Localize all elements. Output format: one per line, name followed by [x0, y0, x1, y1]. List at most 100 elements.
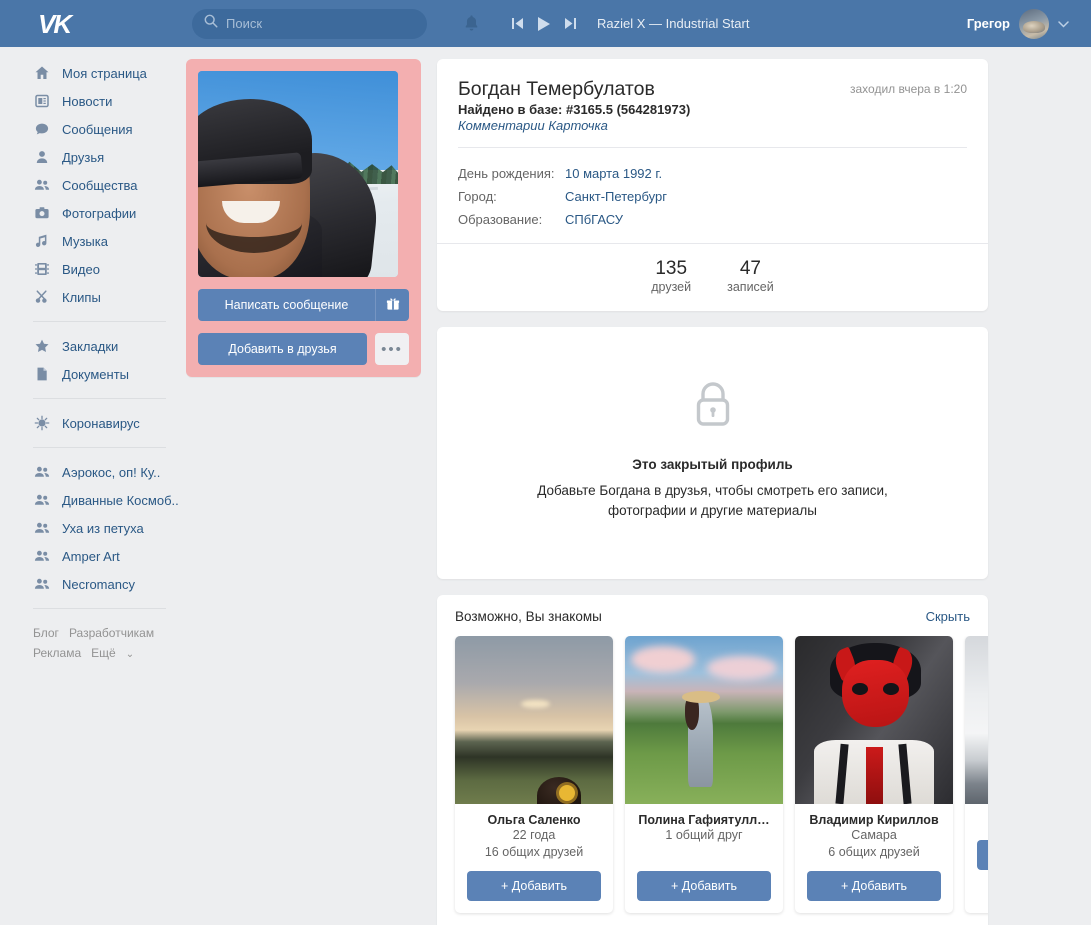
list-item[interactable]: + Добавить	[965, 636, 988, 913]
closed-profile-description: Добавьте Богдана в друзья, чтобы смотрет…	[437, 481, 988, 521]
suggestion-name[interactable]: Полина Гафиятулл…	[625, 813, 783, 827]
profile-photo-card: Написать сообщение Добавить в друзья •••	[186, 59, 421, 377]
sidebar-item-photos[interactable]: Фотографии	[0, 199, 186, 227]
footer-link-more[interactable]: Ещё	[91, 646, 116, 660]
suggestion-photo[interactable]	[625, 636, 783, 804]
sidebar-group-item[interactable]: Necromancy	[0, 570, 186, 598]
user-icon	[33, 149, 50, 166]
list-item[interactable]: Ольга Саленко 22 года 16 общих друзей + …	[455, 636, 613, 913]
suggestion-meta-mutual: 6 общих друзей	[828, 845, 920, 859]
add-suggestion-button[interactable]: + Добавить	[467, 871, 601, 901]
film-icon	[33, 261, 50, 278]
footer-link-ads[interactable]: Реклама	[33, 646, 81, 660]
comments-link[interactable]: Комментарии	[458, 118, 545, 133]
sidebar-item-clips[interactable]: Клипы	[0, 283, 186, 311]
lock-icon	[437, 379, 988, 431]
suggestions-card: Возможно, Вы знакомы Скрыть Ольга Саленк…	[437, 595, 988, 925]
header-user-menu[interactable]: Грегор	[967, 8, 1069, 39]
add-suggestion-button[interactable]: + Добавить	[807, 871, 941, 901]
sidebar-item-video[interactable]: Видео	[0, 255, 186, 283]
plus-icon: +	[670, 879, 679, 893]
profile-header: Богдан Темербулатов Найдено в базе: #316…	[437, 59, 988, 147]
news-icon	[33, 93, 50, 110]
sidebar-item-bookmarks[interactable]: Закладки	[0, 332, 186, 360]
sidebar-item-label: Аэрокос, оп! Ку..	[62, 464, 161, 480]
music-note-icon	[33, 233, 50, 250]
detail-label: День рождения:	[458, 166, 555, 181]
chevron-down-icon[interactable]: ⌄	[126, 649, 134, 660]
detail-value[interactable]: 10 марта 1992 г.	[565, 166, 662, 181]
sidebar-item-label: Закладки	[62, 338, 119, 354]
sidebar-item-label: Новости	[62, 93, 113, 109]
hide-suggestions-button[interactable]: Скрыть	[926, 609, 970, 624]
sidebar-item-label: Документы	[62, 366, 130, 382]
vk-logo[interactable]: VK	[0, 11, 170, 37]
sidebar-group-item[interactable]: Диванные Космоб..	[0, 486, 186, 514]
footer-link-developers[interactable]: Разработчикам	[69, 626, 154, 640]
notifications-bell-icon[interactable]	[463, 14, 480, 33]
sidebar-item-coronavirus[interactable]: Коронавирус	[0, 409, 186, 437]
list-item[interactable]: Полина Гафиятулл… 1 общий друг + Добавит…	[625, 636, 783, 913]
send-gift-button[interactable]	[375, 289, 409, 321]
database-found-line: Найдено в базе: #3165.5 (564281973)	[458, 102, 691, 117]
suggestion-photo[interactable]	[795, 636, 953, 804]
add-friend-button[interactable]: Добавить в друзья	[198, 333, 367, 365]
suggestion-meta-mutual: 1 общий друг	[665, 828, 743, 842]
suggestion-meta-mutual: 16 общих друзей	[484, 845, 584, 859]
sidebar-item-messages[interactable]: Сообщения	[0, 115, 186, 143]
sidebar-item-music[interactable]: Музыка	[0, 227, 186, 255]
add-suggestion-button[interactable]: + Добавить	[977, 840, 988, 870]
detail-value[interactable]: Санкт-Петербург	[565, 189, 667, 204]
counter-friends[interactable]: 135 друзей	[651, 257, 691, 294]
add-label: Добавить	[681, 879, 738, 893]
profile-photo[interactable]	[198, 71, 398, 277]
sidebar-group-item[interactable]: Amper Art	[0, 542, 186, 570]
chevron-down-icon[interactable]	[1058, 15, 1069, 33]
play-icon[interactable]	[537, 16, 551, 32]
suggestions-list: Ольга Саленко 22 года 16 общих друзей + …	[437, 636, 988, 925]
suggestion-name[interactable]: Владимир Кириллов	[795, 813, 953, 827]
home-icon	[33, 65, 50, 82]
card-link[interactable]: Карточка	[548, 118, 608, 133]
player-track-title[interactable]: Raziel X — Industrial Start	[597, 16, 749, 31]
suggestion-name[interactable]: Ольга Саленко	[455, 813, 613, 827]
top-header: VK Raziel X — Industrial Start Грегор	[0, 0, 1091, 47]
sidebar-item-label: Necromancy	[62, 576, 135, 592]
skip-previous-icon[interactable]	[512, 17, 524, 30]
add-suggestion-button[interactable]: + Добавить	[637, 871, 771, 901]
sidebar-item-documents[interactable]: Документы	[0, 360, 186, 388]
closed-profile-card: Это закрытый профиль Добавьте Богдана в …	[437, 327, 988, 579]
closed-profile-line1: Добавьте Богдана в друзья, чтобы смотрет…	[537, 483, 888, 498]
sidebar-item-news[interactable]: Новости	[0, 87, 186, 115]
footer-link-blog[interactable]: Блог	[33, 626, 59, 640]
closed-profile-line2: фотографии и другие материалы	[608, 503, 817, 518]
sidebar-item-communities[interactable]: Сообщества	[0, 171, 186, 199]
skip-next-icon[interactable]	[564, 17, 576, 30]
list-item[interactable]: Владимир Кириллов Самара 6 общих друзей …	[795, 636, 953, 913]
sidebar-divider-2	[33, 398, 166, 399]
group-icon	[33, 548, 50, 565]
sidebar-item-label: Уха из петуха	[62, 520, 144, 536]
suggestions-header: Возможно, Вы знакомы Скрыть	[437, 595, 988, 636]
sidebar-item-label: Друзья	[62, 149, 105, 165]
search-input[interactable]	[226, 16, 415, 31]
sidebar-item-friends[interactable]: Друзья	[0, 143, 186, 171]
profile-left-column: Написать сообщение Добавить в друзья •••	[186, 59, 421, 925]
avatar[interactable]	[1019, 8, 1049, 39]
counter-value: 47	[739, 258, 761, 279]
sidebar-group-item[interactable]: Аэрокос, оп! Ку..	[0, 458, 186, 486]
counter-posts[interactable]: 47 записей	[727, 257, 774, 294]
suggestion-photo[interactable]	[455, 636, 613, 804]
write-message-button[interactable]: Написать сообщение	[198, 289, 375, 321]
sidebar-group-item[interactable]: Уха из петуха	[0, 514, 186, 542]
group-icon	[33, 464, 50, 481]
more-actions-button[interactable]: •••	[375, 333, 409, 365]
suggestion-photo[interactable]	[965, 636, 988, 804]
detail-value[interactable]: СПбГАСУ	[565, 212, 623, 227]
profile-details: День рождения: 10 марта 1992 г. Город: С…	[437, 148, 988, 243]
search-box[interactable]	[192, 8, 427, 39]
sidebar-item-label: Видео	[62, 261, 100, 277]
sidebar-item-label: Музыка	[62, 233, 108, 249]
sidebar-item-my-page[interactable]: Моя страница	[0, 59, 186, 87]
detail-row-education: Образование: СПбГАСУ	[458, 208, 967, 231]
